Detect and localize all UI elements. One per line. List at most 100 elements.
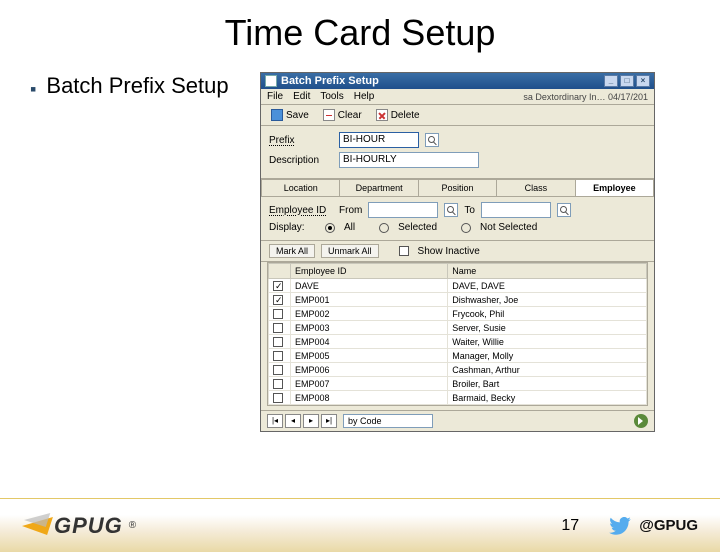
mark-all-button[interactable]: Mark All <box>269 244 315 258</box>
row-checkbox[interactable] <box>273 379 283 389</box>
gpug-logo-mark-icon <box>22 513 52 539</box>
tab-department[interactable]: Department <box>339 179 417 196</box>
delete-label: Delete <box>391 110 420 121</box>
prefix-lookup-icon[interactable] <box>425 133 439 147</box>
tab-employee[interactable]: Employee <box>575 179 654 196</box>
description-label: Description <box>269 155 333 166</box>
description-input[interactable]: BI-HOURLY <box>339 152 479 168</box>
clear-icon <box>323 109 335 121</box>
tabs: Location Department Position Class Emplo… <box>261 179 654 197</box>
save-button[interactable]: Save <box>267 108 313 122</box>
menu-file[interactable]: File <box>267 91 283 102</box>
status-user: sa Dextordinary In… 04/17/201 <box>523 92 648 102</box>
row-checkbox[interactable] <box>273 337 283 347</box>
sort-by-select[interactable]: by Code <box>343 414 433 428</box>
from-input[interactable] <box>368 202 438 218</box>
table-row[interactable]: EMP003Server, Susie <box>269 321 647 335</box>
menu-help[interactable]: Help <box>354 91 375 102</box>
table-row[interactable]: EMP007Broiler, Bart <box>269 377 647 391</box>
table-row[interactable]: EMP002Frycook, Phil <box>269 307 647 321</box>
nav-next-button[interactable]: ▸ <box>303 414 319 428</box>
display-label: Display: <box>269 222 319 233</box>
toolbar: Save Clear Delete <box>261 105 654 126</box>
go-icon[interactable] <box>634 414 648 428</box>
show-inactive-checkbox[interactable] <box>399 246 409 256</box>
clear-button[interactable]: Clear <box>319 108 366 122</box>
radio-not-selected[interactable] <box>461 223 471 233</box>
grid-col-name[interactable]: Name <box>448 264 647 279</box>
save-icon <box>271 109 283 121</box>
row-checkbox[interactable] <box>273 365 283 375</box>
prefix-input[interactable]: BI-HOUR <box>339 132 419 148</box>
cell-name: DAVE, DAVE <box>448 279 647 293</box>
page-number: 17 <box>561 517 579 535</box>
row-checkbox[interactable] <box>273 281 283 291</box>
table-row[interactable]: EMP006Cashman, Arthur <box>269 363 647 377</box>
cell-name: Cashman, Arthur <box>448 363 647 377</box>
radio-selected[interactable] <box>379 223 389 233</box>
tab-class[interactable]: Class <box>496 179 574 196</box>
grid-toolbar: Mark All Unmark All Show Inactive <box>261 241 654 262</box>
row-checkbox[interactable] <box>273 295 283 305</box>
nav-prev-button[interactable]: ◂ <box>285 414 301 428</box>
grid-col-employee[interactable]: Employee ID <box>291 264 448 279</box>
gpug-logo-text: GPUG <box>54 513 123 539</box>
radio-not-selected-label: Not Selected <box>480 222 537 233</box>
slide-title: Time Card Setup <box>0 12 720 54</box>
maximize-button[interactable]: □ <box>620 75 634 87</box>
cell-employee-id: EMP005 <box>291 349 448 363</box>
row-checkbox[interactable] <box>273 309 283 319</box>
cell-name: Server, Susie <box>448 321 647 335</box>
delete-button[interactable]: Delete <box>372 108 424 122</box>
cell-employee-id: EMP003 <box>291 321 448 335</box>
menu-edit[interactable]: Edit <box>293 91 310 102</box>
cell-name: Broiler, Bart <box>448 377 647 391</box>
window-title: Batch Prefix Setup <box>281 75 379 87</box>
tab-location[interactable]: Location <box>261 179 339 196</box>
cell-name: Barmaid, Becky <box>448 391 647 405</box>
nav-first-button[interactable]: |◂ <box>267 414 283 428</box>
show-inactive-label: Show Inactive <box>418 246 480 257</box>
row-checkbox[interactable] <box>273 393 283 403</box>
close-button[interactable]: × <box>636 75 650 87</box>
cell-employee-id: EMP007 <box>291 377 448 391</box>
row-checkbox[interactable] <box>273 351 283 361</box>
bullet-text: Batch Prefix Setup <box>46 72 228 100</box>
to-input[interactable] <box>481 202 551 218</box>
table-row[interactable]: DAVEDAVE, DAVE <box>269 279 647 293</box>
unmark-all-button[interactable]: Unmark All <box>321 244 379 258</box>
cell-employee-id: EMP008 <box>291 391 448 405</box>
menubar: File Edit Tools Help sa Dextordinary In…… <box>261 89 654 105</box>
menu-tools[interactable]: Tools <box>320 91 343 102</box>
to-lookup-icon[interactable] <box>557 203 571 217</box>
employee-grid: Employee ID Name DAVEDAVE, DAVEEMP001Dis… <box>267 262 648 406</box>
cell-employee-id: EMP004 <box>291 335 448 349</box>
radio-all-label: All <box>344 222 355 233</box>
bullet-list: ▪ Batch Prefix Setup <box>30 72 240 432</box>
row-checkbox[interactable] <box>273 323 283 333</box>
cell-employee-id: EMP001 <box>291 293 448 307</box>
app-window: Batch Prefix Setup _ □ × File Edit Tools… <box>260 72 655 432</box>
from-label: From <box>339 205 362 216</box>
form-area: Prefix BI-HOUR Description BI-HOURLY <box>261 126 654 179</box>
prefix-label: Prefix <box>269 135 333 146</box>
cell-name: Frycook, Phil <box>448 307 647 321</box>
table-row[interactable]: EMP008Barmaid, Becky <box>269 391 647 405</box>
table-row[interactable]: EMP004Waiter, Willie <box>269 335 647 349</box>
save-label: Save <box>286 110 309 121</box>
twitter-icon <box>609 517 631 535</box>
minimize-button[interactable]: _ <box>604 75 618 87</box>
cell-employee-id: EMP006 <box>291 363 448 377</box>
radio-all[interactable] <box>325 223 335 233</box>
grid-col-check[interactable] <box>269 264 291 279</box>
table-row[interactable]: EMP001Dishwasher, Joe <box>269 293 647 307</box>
tab-position[interactable]: Position <box>418 179 496 196</box>
table-row[interactable]: EMP005Manager, Molly <box>269 349 647 363</box>
nav-last-button[interactable]: ▸| <box>321 414 337 428</box>
employee-id-label: Employee ID <box>269 205 333 216</box>
clear-label: Clear <box>338 110 362 121</box>
titlebar[interactable]: Batch Prefix Setup _ □ × <box>261 73 654 89</box>
filter-area: Employee ID From To Display: All Selecte… <box>261 197 654 241</box>
twitter-handle-text: @GPUG <box>639 517 698 534</box>
from-lookup-icon[interactable] <box>444 203 458 217</box>
